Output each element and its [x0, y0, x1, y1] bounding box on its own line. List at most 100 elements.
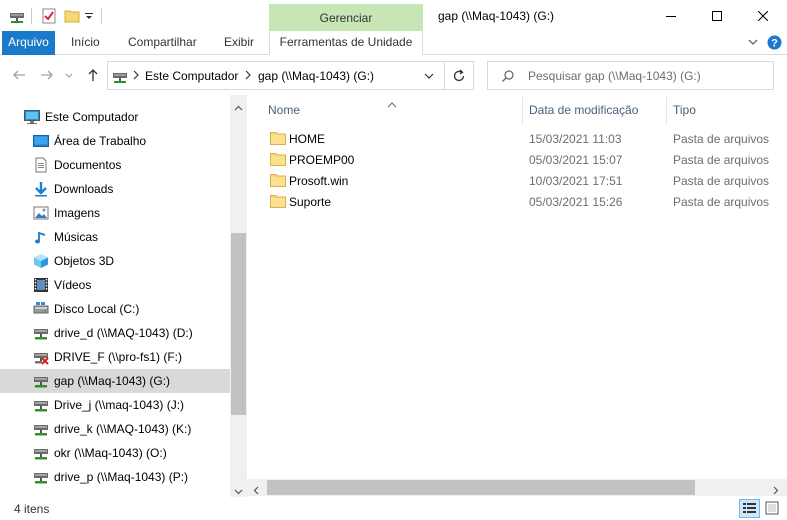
nav-item[interactable]: Vídeos: [0, 273, 230, 297]
details-view-button[interactable]: [739, 499, 760, 518]
nav-item[interactable]: Imagens: [0, 201, 230, 225]
help-icon: ?: [767, 35, 782, 50]
nav-item[interactable]: Documentos: [0, 153, 230, 177]
tab-ferramentas-de-unidade[interactable]: Ferramentas de Unidade: [269, 31, 423, 56]
scroll-left-arrow-icon[interactable]: [253, 484, 259, 498]
scroll-down-arrow-icon[interactable]: [234, 484, 243, 498]
breadcrumb-este-computador[interactable]: Este Computador: [145, 69, 238, 83]
nav-item-label: Este Computador: [45, 110, 139, 124]
scroll-right-arrow-icon[interactable]: [773, 484, 779, 498]
new-folder-icon[interactable]: [64, 8, 80, 24]
close-button[interactable]: [740, 0, 786, 31]
file-date: 10/03/2021 17:51: [529, 174, 623, 188]
nav-item-label: Disco Local (C:): [54, 302, 140, 316]
tab-inicio[interactable]: Início: [67, 31, 104, 55]
column-header-tipo[interactable]: Tipo: [673, 103, 696, 117]
search-placeholder: Pesquisar gap (\\Maq-1043) (G:): [528, 69, 701, 83]
file-date: 15/03/2021 11:03: [529, 132, 622, 146]
network-drive-icon: [33, 373, 49, 389]
back-button[interactable]: [11, 68, 27, 84]
nav-item[interactable]: drive_d (\\MAQ-1043) (D:): [0, 321, 230, 345]
nav-item-label: Downloads: [54, 182, 114, 196]
minimize-icon: [666, 15, 676, 17]
file-row[interactable]: Prosoft.win 10/03/2021 17:51 Pasta de arqu…: [263, 170, 783, 191]
file-type: Pasta de arquivos: [673, 153, 770, 167]
recent-locations-button[interactable]: [64, 68, 74, 84]
file-date: 05/03/2021 15:07: [529, 153, 623, 167]
nav-item[interactable]: okr (\\Maq-1043) (O:): [0, 441, 230, 465]
search-icon: [501, 69, 515, 86]
breadcrumb-separator-icon[interactable]: [244, 69, 252, 84]
folder-icon: [270, 194, 286, 208]
window-title: gap (\\Maq-1043) (G:): [438, 9, 555, 23]
up-button[interactable]: [85, 68, 101, 84]
file-row[interactable]: Suporte 05/03/2021 15:26 Pasta de arquivos: [263, 191, 783, 212]
nav-item-label: Imagens: [54, 206, 101, 220]
documents-icon: [33, 157, 49, 173]
file-name: HOME: [289, 132, 325, 146]
tab-arquivo[interactable]: Arquivo: [2, 31, 55, 55]
nav-item[interactable]: drive_k (\\MAQ-1043) (K:): [0, 417, 230, 441]
maximize-button[interactable]: [694, 0, 740, 31]
breadcrumb-separator-icon[interactable]: [132, 69, 140, 84]
content-horizontal-scrollbar[interactable]: [247, 479, 787, 496]
large-icons-view-button[interactable]: [765, 501, 779, 518]
nav-item[interactable]: Drive_j (\\maq-1043) (J:): [0, 393, 230, 417]
ribbon-tabs: Arquivo Início Compartilhar Exibir Ferra…: [0, 31, 787, 56]
nav-item-label: drive_p (\\Maq-1043) (P:): [54, 470, 189, 484]
folder-icon: [270, 173, 286, 187]
disconnected-drive-icon: [33, 349, 49, 365]
music-icon: [33, 229, 49, 245]
search-input[interactable]: Pesquisar gap (\\Maq-1043) (G:): [487, 61, 774, 90]
nav-item[interactable]: DRIVE_F (\\pro-fs1) (F:): [0, 345, 230, 369]
pictures-icon: [33, 205, 49, 221]
minimize-button[interactable]: [648, 0, 694, 31]
nav-scrollbar-thumb[interactable]: [231, 233, 246, 415]
videos-icon: [33, 277, 49, 293]
address-bar[interactable]: Este Computador gap (\\Maq-1043) (G:): [107, 61, 445, 90]
address-dropdown-button[interactable]: [423, 70, 435, 85]
refresh-button[interactable]: [445, 61, 474, 90]
address-row: Este Computador gap (\\Maq-1043) (G:) Pe…: [0, 55, 787, 95]
properties-icon[interactable]: [41, 8, 57, 24]
forward-button[interactable]: [39, 68, 55, 84]
status-bar: 4 itens: [0, 497, 787, 520]
folder-icon: [270, 152, 286, 166]
nav-item[interactable]: Área de Trabalho: [0, 129, 230, 153]
customize-toolbar-icon[interactable]: [84, 8, 94, 24]
separator: [31, 8, 32, 24]
nav-scrollbar[interactable]: [230, 95, 247, 497]
file-type: Pasta de arquivos: [673, 132, 770, 146]
network-drive-icon: [33, 325, 49, 341]
nav-item[interactable]: Objetos 3D: [0, 249, 230, 273]
network-drive-icon: [33, 421, 49, 437]
scroll-up-arrow-icon[interactable]: [234, 100, 243, 114]
nav-item-label: Drive_j (\\maq-1043) (J:): [54, 398, 185, 412]
help-button[interactable]: ?: [767, 35, 782, 53]
nav-item[interactable]: gap (\\Maq-1043) (G:): [0, 369, 230, 393]
close-icon: [758, 10, 768, 21]
network-drive-icon: [112, 68, 128, 87]
large-icons-view-icon: [765, 501, 779, 515]
content-scrollbar-thumb[interactable]: [267, 480, 695, 495]
nav-item[interactable]: Disco Local (C:): [0, 297, 230, 321]
arrow-up-icon: [88, 69, 98, 81]
nav-item[interactable]: Músicas: [0, 225, 230, 249]
file-row[interactable]: PROEMP00 05/03/2021 15:07 Pasta de arquivo…: [263, 149, 783, 170]
column-divider[interactable]: [522, 97, 523, 125]
navigation-pane: Este Computador Área de Trabalho Documento…: [0, 95, 247, 497]
nav-item[interactable]: Este Computador: [0, 105, 230, 129]
file-row[interactable]: HOME 15/03/2021 11:03 Pasta de arquivos: [263, 128, 783, 149]
nav-item[interactable]: drive_p (\\Maq-1043) (P:): [0, 465, 230, 489]
nav-item[interactable]: Downloads: [0, 177, 230, 201]
expand-ribbon-button[interactable]: [747, 36, 759, 51]
column-header-nome[interactable]: Nome: [268, 103, 300, 117]
nav-item-label: Objetos 3D: [54, 254, 115, 268]
column-divider[interactable]: [666, 97, 667, 125]
nav-item-label: Vídeos: [54, 278, 92, 292]
tab-exibir[interactable]: Exibir: [220, 31, 258, 55]
tab-compartilhar[interactable]: Compartilhar: [124, 31, 201, 55]
column-header-data[interactable]: Data de modificação: [529, 103, 638, 117]
breadcrumb-current-drive[interactable]: gap (\\Maq-1043) (G:): [258, 69, 374, 83]
sort-ascending-icon: [387, 97, 397, 111]
